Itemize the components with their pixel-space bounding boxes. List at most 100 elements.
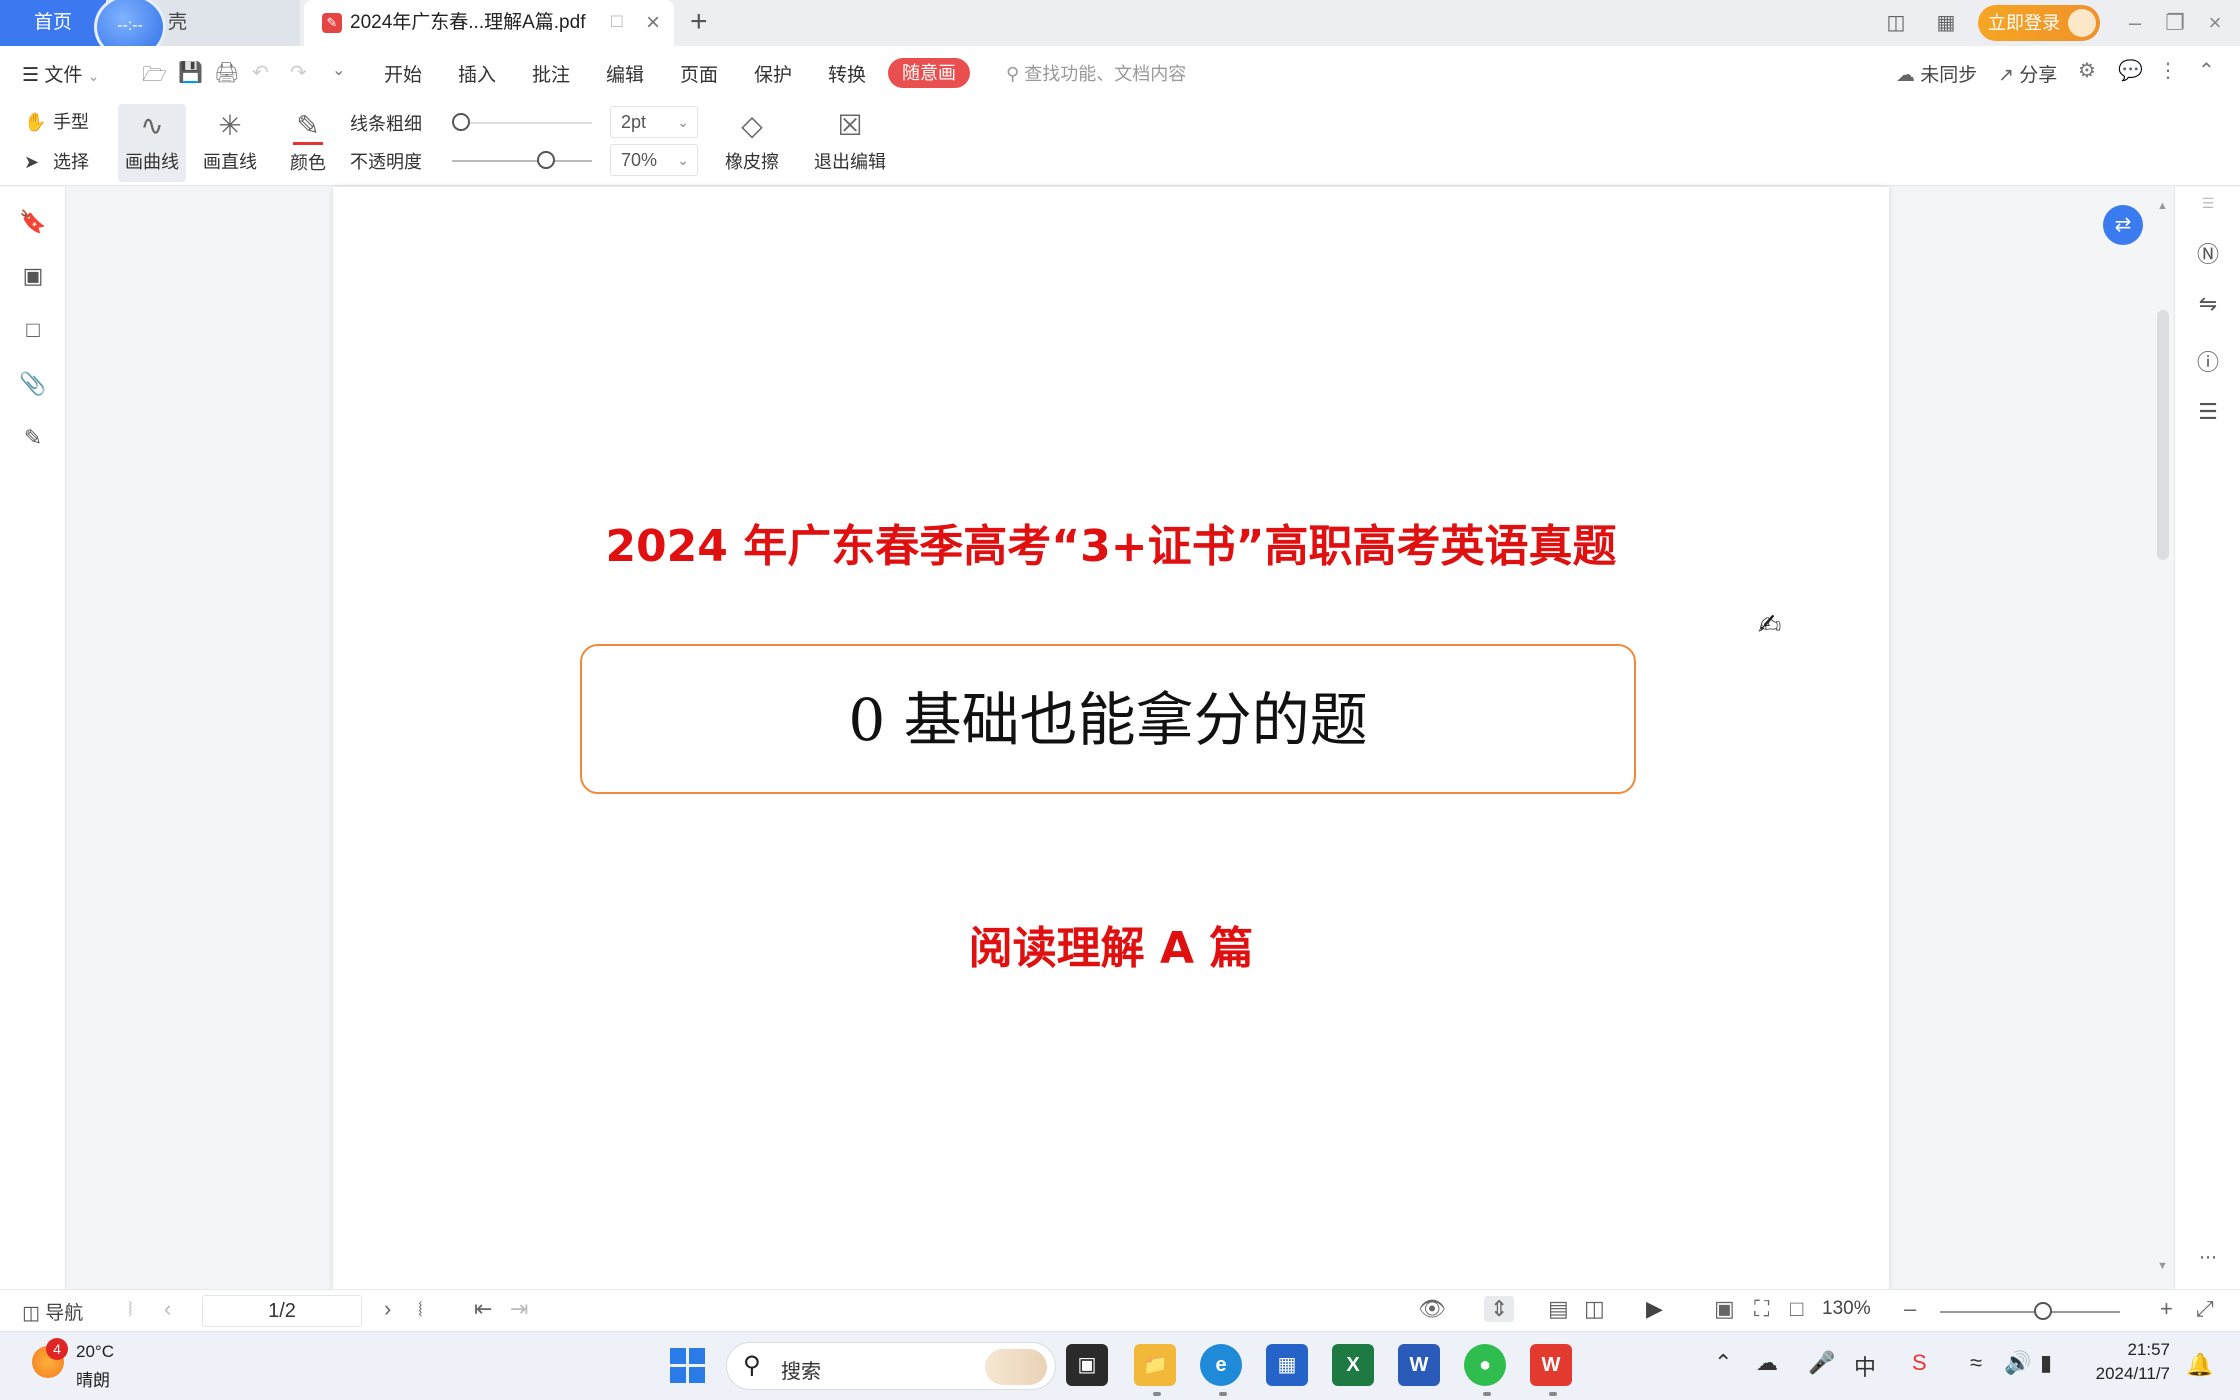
app-grid-icon[interactable]: ▦ [1928, 10, 1964, 36]
quick-access-more-icon[interactable]: ⌄ [332, 60, 345, 80]
reading-mode-icon[interactable]: ◫ [1878, 10, 1914, 36]
save-icon[interactable]: 💾 [178, 60, 203, 85]
line-width-slider-knob[interactable] [452, 113, 470, 131]
pdf-page[interactable]: 2024 年广东春季高考“3+证书”高职高考英语真题 0 基础也能拿分的题 阅读… [333, 187, 1889, 1289]
input-method-icon[interactable]: 中 [1854, 1350, 1876, 1382]
volume-icon[interactable]: 🔊 [2004, 1350, 2031, 1376]
line-width-select[interactable]: 2pt ⌄ [610, 106, 698, 138]
minimize-icon[interactable]: – [2118, 6, 2152, 40]
open-folder-icon[interactable]: 🗁 [142, 60, 167, 94]
weather-temperature[interactable]: 20°C [76, 1342, 114, 1362]
word-icon[interactable]: W [1398, 1344, 1440, 1386]
start-button[interactable] [670, 1348, 706, 1384]
eye-protect-icon[interactable]: 👁 [1418, 1296, 1446, 1322]
page-number-input[interactable]: 1/2 [202, 1295, 362, 1327]
close-window-icon[interactable]: × [2198, 6, 2232, 40]
comment-list-icon[interactable]: □ [18, 317, 48, 347]
share-button[interactable]: ↗ 分享 [1998, 60, 2057, 87]
sogou-icon[interactable]: S [1912, 1350, 1927, 1376]
zoom-level[interactable]: 130% [1822, 1298, 1871, 1320]
tab-start[interactable]: 开始 [384, 60, 422, 87]
drag-handle-icon[interactable]: ☰ [2193, 195, 2223, 225]
store-icon[interactable]: ▦ [1266, 1344, 1308, 1386]
onedrive-icon[interactable]: ☁ [1756, 1350, 1778, 1376]
floating-translate-icon[interactable]: ⇄ [2103, 205, 2143, 245]
two-page-icon[interactable]: ◫ [1584, 1296, 1605, 1322]
restore-icon[interactable]: ❐ [2158, 6, 2192, 40]
zoom-out-icon[interactable]: – [1904, 1296, 1916, 1322]
tray-expand-icon[interactable]: ⌃ [1714, 1350, 1732, 1376]
weather-description[interactable]: 晴朗 [76, 1366, 110, 1391]
opacity-select[interactable]: 70% ⌄ [610, 144, 698, 176]
bookmark-icon[interactable]: 🔖 [18, 209, 48, 239]
file-menu[interactable]: ☰ 文件 ⌄ [22, 60, 99, 87]
notification-bell-icon[interactable]: 🔔 [2186, 1352, 2213, 1378]
zoom-slider-knob[interactable] [2034, 1302, 2052, 1320]
back-icon[interactable]: ⇤ [474, 1296, 492, 1322]
tab-edit[interactable]: 编辑 [606, 60, 644, 87]
tab-page[interactable]: 页面 [680, 60, 718, 87]
wifi-icon[interactable]: ≈ [1970, 1350, 1982, 1376]
help-icon[interactable]: ⓘ [2193, 345, 2223, 375]
draw-curve-tool[interactable]: ∿ 画曲线 [118, 104, 186, 182]
line-width-slider[interactable] [452, 122, 592, 124]
eraser-tool[interactable]: ◇ 橡皮擦 [714, 104, 790, 182]
attachment-icon[interactable]: 📎 [18, 371, 48, 401]
tab-annotate[interactable]: 批注 [532, 60, 570, 87]
edge-browser-icon[interactable]: e [1200, 1344, 1242, 1386]
collapse-ribbon-icon[interactable]: ⌃ [2198, 58, 2215, 83]
tab-home[interactable]: 首页 [0, 0, 106, 46]
single-page-icon[interactable]: ▤ [1548, 1296, 1569, 1322]
exit-edit-button[interactable]: ☒ 退出编辑 [810, 104, 890, 182]
color-picker[interactable]: ✎ 颜色 [278, 104, 338, 182]
tab-insert[interactable]: 插入 [458, 60, 496, 87]
redo-icon[interactable]: ↷ [290, 60, 307, 85]
scroll-up-icon[interactable]: ▲ [2157, 200, 2168, 212]
scroll-down-icon[interactable]: ▼ [2157, 1260, 2168, 1272]
vertical-scrollbar[interactable]: ▲ ▼ [2156, 200, 2170, 1280]
close-tab-icon[interactable]: × [646, 0, 660, 46]
tab-freehand-draw[interactable]: 随意画 [888, 58, 970, 88]
pin-icon[interactable]: ☐ [610, 0, 624, 46]
adjust-settings-icon[interactable]: ☰ [2193, 399, 2223, 429]
continuous-scroll-icon[interactable]: ⇕ [1484, 1296, 1515, 1322]
tab-protect[interactable]: 保护 [754, 60, 792, 87]
print-icon[interactable]: 🖨 [214, 60, 239, 85]
clock-date[interactable]: 2024/11/7 [2070, 1364, 2170, 1384]
excel-icon[interactable]: X [1332, 1344, 1374, 1386]
last-page-icon[interactable]: ⧙ [418, 1296, 423, 1322]
fit-width-icon[interactable]: □ [1790, 1296, 1803, 1322]
battery-icon[interactable]: ▮ [2040, 1350, 2052, 1376]
draw-line-tool[interactable]: ✳ 画直线 [196, 104, 264, 182]
wechat-icon[interactable]: ● [1464, 1344, 1506, 1386]
first-page-icon[interactable]: ⧘ [128, 1296, 133, 1322]
ai-search-icon[interactable]: Ⓝ [2193, 237, 2223, 267]
play-slideshow-icon[interactable]: ▶ [1646, 1296, 1663, 1322]
image-icon[interactable]: ▣ [18, 263, 48, 293]
taskbar-search[interactable]: ⚲ 搜索 [726, 1342, 1056, 1390]
opacity-slider[interactable] [452, 160, 592, 162]
new-tab-button[interactable]: + [690, 0, 708, 44]
hand-tool[interactable]: ✋ 手型 [24, 108, 89, 134]
clock-time[interactable]: 21:57 [2092, 1340, 2170, 1360]
document-canvas[interactable]: 2024 年广东春季高考“3+证书”高职高考英语真题 0 基础也能拿分的题 阅读… [67, 187, 2173, 1289]
more-icon[interactable]: ⋮ [2158, 58, 2178, 83]
more-dots-icon[interactable]: ⋯ [2193, 1247, 2223, 1277]
wps-icon[interactable]: W [1530, 1344, 1572, 1386]
opacity-slider-knob[interactable] [537, 151, 556, 169]
fullscreen-icon[interactable]: ⤢ [2196, 1296, 2214, 1322]
prev-page-icon[interactable]: ‹ [164, 1296, 171, 1322]
forward-icon[interactable]: ⇥ [510, 1296, 528, 1322]
task-view-icon[interactable]: ▣ [1066, 1344, 1108, 1386]
fit-page-icon[interactable]: ⛶ [1754, 1296, 1769, 1322]
zoom-slider[interactable] [1940, 1311, 2120, 1313]
actual-size-icon[interactable]: ▣ [1714, 1296, 1735, 1322]
login-button[interactable]: 立即登录 [1978, 5, 2100, 41]
navigation-toggle[interactable]: ◫ 导航 [22, 1298, 83, 1325]
tab-convert[interactable]: 转换 [828, 60, 866, 87]
select-tool[interactable]: ➤ 选择 [24, 148, 89, 174]
translate-icon[interactable]: ⇋ [2193, 291, 2223, 321]
comment-icon[interactable]: 💬 [2118, 58, 2143, 83]
zoom-in-icon[interactable]: + [2160, 1296, 2173, 1322]
settings-icon[interactable]: ⚙ [2078, 58, 2096, 83]
